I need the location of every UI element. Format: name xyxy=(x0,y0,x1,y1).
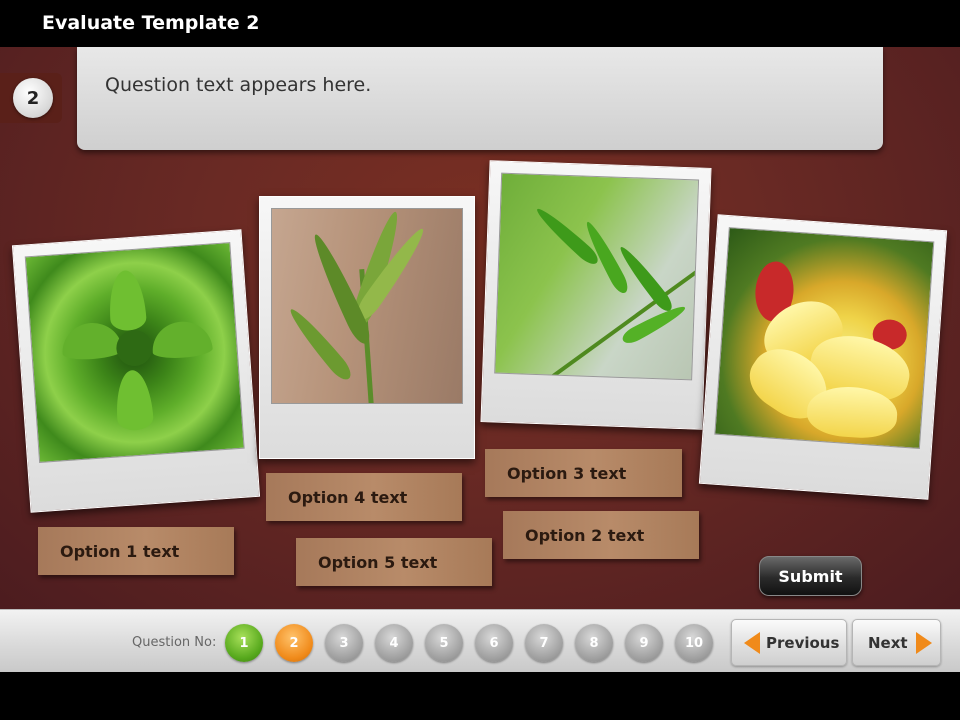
question-1-button[interactable]: 1 xyxy=(225,624,263,662)
leaf-shape xyxy=(150,319,214,360)
option-label: Option 4 text xyxy=(288,487,408,507)
leaf-shape xyxy=(113,369,155,432)
leaf-shape xyxy=(107,269,148,332)
question-7-button[interactable]: 7 xyxy=(525,624,563,662)
question-6-button[interactable]: 6 xyxy=(475,624,513,662)
submit-button[interactable]: Submit xyxy=(759,556,862,596)
option-1[interactable]: Option 1 text xyxy=(38,527,234,575)
image-card-succulent xyxy=(11,229,261,513)
option-5[interactable]: Option 5 text xyxy=(296,538,492,586)
flower-image xyxy=(714,227,935,449)
question-number-badge: 2 xyxy=(13,78,53,118)
rosette-center xyxy=(115,328,154,368)
question-5-button[interactable]: 5 xyxy=(425,624,463,662)
option-label: Option 3 text xyxy=(507,463,627,483)
leaf-shape xyxy=(60,320,123,362)
question-2-button[interactable]: 2 xyxy=(275,624,313,662)
option-4[interactable]: Option 4 text xyxy=(266,473,462,521)
question-panel: Question text appears here. xyxy=(77,47,883,150)
arrow-right-icon xyxy=(915,631,932,654)
question-9-button[interactable]: 9 xyxy=(625,624,663,662)
plant-shoots-image xyxy=(271,208,463,404)
previous-button[interactable]: Previous xyxy=(731,619,847,666)
fern-image xyxy=(494,172,700,381)
question-10-button[interactable]: 10 xyxy=(675,624,713,662)
bottom-bar xyxy=(0,672,960,720)
window-title: Evaluate Template 2 xyxy=(42,12,260,34)
option-label: Option 5 text xyxy=(318,552,438,572)
succulent-image xyxy=(24,242,245,463)
question-navigation-bar: Question No: 1 2 3 4 5 6 7 8 9 10 Previo… xyxy=(0,609,960,672)
image-card-plant-shoots xyxy=(259,196,475,459)
option-label: Option 1 text xyxy=(60,541,180,561)
question-no-label: Question No: xyxy=(132,635,217,650)
arrow-left-icon xyxy=(744,631,760,654)
next-label: Next xyxy=(868,633,908,652)
question-3-button[interactable]: 3 xyxy=(325,624,363,662)
option-3[interactable]: Option 3 text xyxy=(485,449,682,497)
leaf-shape xyxy=(619,301,689,347)
question-4-button[interactable]: 4 xyxy=(375,624,413,662)
option-2[interactable]: Option 2 text xyxy=(503,511,699,559)
image-card-flower xyxy=(698,214,948,500)
question-8-button[interactable]: 8 xyxy=(575,624,613,662)
question-stage: 2 Question text appears here. Option 1 t… xyxy=(0,47,960,609)
title-bar: Evaluate Template 2 xyxy=(0,0,960,47)
image-card-fern xyxy=(480,160,712,430)
previous-label: Previous xyxy=(766,633,840,652)
option-label: Option 2 text xyxy=(525,525,645,545)
next-button[interactable]: Next xyxy=(852,619,941,666)
question-text: Question text appears here. xyxy=(105,74,372,96)
